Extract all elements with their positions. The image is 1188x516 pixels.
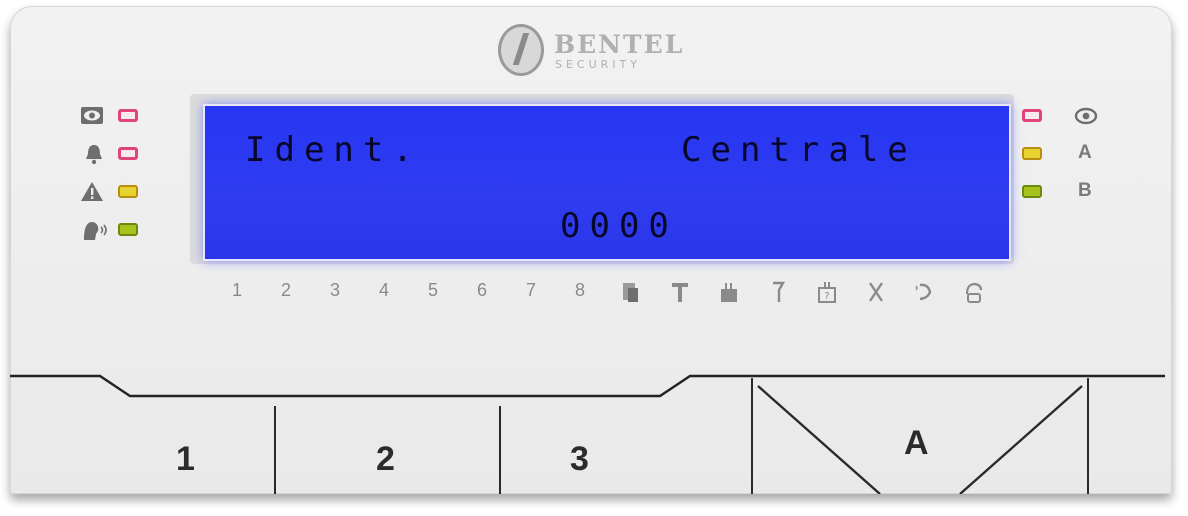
led-a [1022, 147, 1042, 160]
zone-number: 4 [379, 280, 390, 300]
eye-icon [1074, 107, 1098, 125]
key-a[interactable]: A [904, 424, 929, 463]
zone-number: 7 [526, 280, 537, 300]
zone-number: 1 [232, 280, 243, 300]
led-warning [118, 185, 138, 198]
svg-text:?: ? [824, 291, 829, 302]
left-indicator-voice [80, 218, 190, 244]
display-line2: 0000 [560, 206, 678, 246]
phone-line-icon [965, 282, 983, 303]
phone-icon [915, 283, 932, 301]
key-3[interactable]: 3 [570, 440, 589, 479]
right-indicator-a: A [1022, 142, 1132, 168]
zone-number: 6 [477, 280, 488, 300]
indicator-label-a: A [1078, 142, 1092, 163]
tools-icon [869, 282, 883, 302]
zone-number: 2 [281, 280, 292, 300]
tamper-icon [672, 283, 688, 302]
left-indicator-bell [80, 142, 190, 168]
led-eye [118, 109, 138, 122]
fuse-icon [773, 281, 786, 302]
key-1[interactable]: 1 [176, 440, 195, 479]
left-indicator-warning [80, 180, 190, 206]
led-bell [118, 147, 138, 160]
right-indicator-eye [1022, 104, 1132, 130]
key-2[interactable]: 2 [376, 440, 395, 479]
right-indicator-b: B [1022, 180, 1132, 206]
led-voice [118, 223, 138, 236]
zone-number: 3 [330, 280, 341, 300]
voice-icon [84, 222, 107, 240]
zone-number: 8 [575, 280, 586, 300]
led-right-eye [1022, 109, 1042, 122]
zone-number: 5 [428, 280, 439, 300]
display-line1-left: Ident. [245, 130, 422, 170]
brand-logo: BENTEL SECURITY [498, 24, 728, 80]
keypad-panel: BENTEL SECURITY Ident. Centrale 0000 A B… [10, 6, 1172, 494]
panel-icon [623, 283, 638, 302]
fault-icon: ? [818, 282, 836, 303]
warning-icon [81, 182, 103, 201]
indicator-label-b: B [1078, 180, 1092, 201]
left-indicator-eye [80, 104, 190, 130]
brand-logo-mark [498, 24, 544, 76]
display-line1-right: Centrale [681, 130, 917, 170]
battery-icon [721, 283, 737, 302]
eye-icon [81, 107, 103, 124]
lcd-display: Ident. Centrale 0000 [203, 104, 1011, 261]
brand-name: BENTEL [554, 30, 685, 59]
brand-subtitle: SECURITY [555, 58, 641, 71]
bell-icon [86, 145, 102, 165]
led-b [1022, 185, 1042, 198]
zone-status-row: 1 2 3 4 5 6 7 8 ? [232, 280, 992, 310]
